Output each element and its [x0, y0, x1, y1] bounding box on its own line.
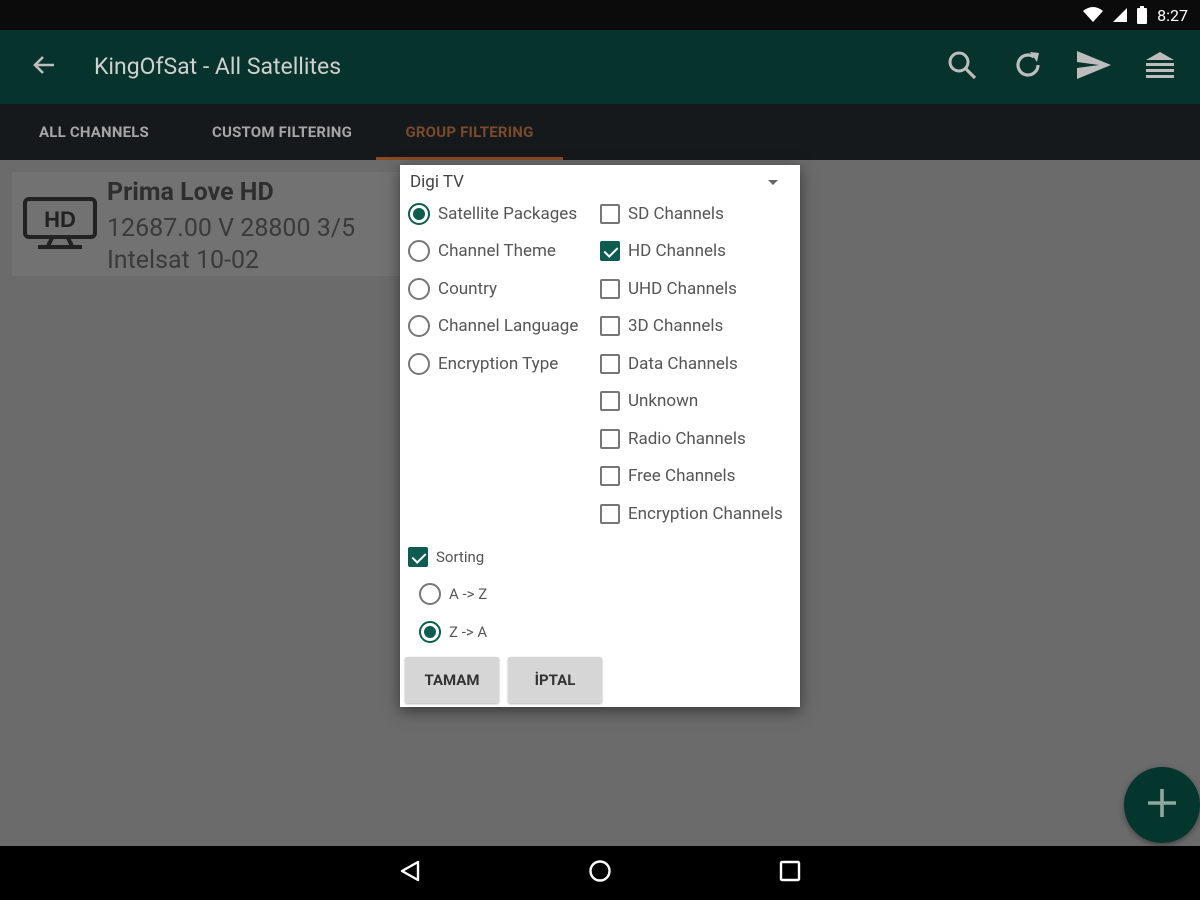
search-button[interactable]: [940, 45, 984, 89]
radio-country[interactable]: Country: [408, 274, 497, 304]
check-data-channels[interactable]: Data Channels: [600, 349, 738, 379]
tab-bar: ALL CHANNELS CUSTOM FILTERING GROUP FILT…: [0, 104, 1200, 160]
svg-text:HD: HD: [44, 207, 76, 232]
ok-button[interactable]: TAMAM: [405, 657, 499, 703]
checkbox: [600, 316, 620, 336]
nav-recents-button[interactable]: [772, 855, 808, 891]
app-title: KingOfSat - All Satellites: [94, 53, 342, 80]
plus-icon: [1146, 787, 1178, 823]
check-sd-channels[interactable]: SD Channels: [600, 199, 724, 229]
tab-custom-filtering[interactable]: CUSTOM FILTERING: [192, 104, 372, 160]
radio-sort-a-z[interactable]: A -> Z: [419, 579, 487, 609]
checkbox: [600, 354, 620, 374]
radio-satellite-packages[interactable]: Satellite Packages: [408, 199, 577, 229]
package-dropdown-value: Digi TV: [410, 172, 464, 192]
check-free-channels[interactable]: Free Channels: [600, 461, 735, 491]
tab-group-filtering[interactable]: GROUP FILTERING: [376, 104, 563, 160]
channel-name: Prima Love HD: [107, 178, 274, 207]
radio-button: [408, 315, 430, 337]
cancel-button[interactable]: İPTAL: [508, 657, 602, 703]
channel-frequency: 12687.00 V 28800 3/5: [107, 214, 356, 243]
radio-button: [408, 203, 430, 225]
refresh-button[interactable]: [1006, 45, 1050, 89]
nav-back-icon: [399, 860, 421, 886]
radio-channel-theme[interactable]: Channel Theme: [408, 236, 556, 266]
add-button[interactable]: [1124, 767, 1200, 843]
radio-button: [419, 583, 441, 605]
navigation-bar: [0, 846, 1200, 900]
check-uhd-channels[interactable]: UHD Channels: [600, 274, 737, 304]
check-sorting[interactable]: Sorting: [408, 542, 484, 572]
status-bar: 8:27: [0, 0, 1200, 30]
checkbox: [600, 466, 620, 486]
nav-back-button[interactable]: [392, 855, 428, 891]
check-hd-channels[interactable]: HD Channels: [600, 236, 726, 266]
checkbox: [408, 547, 428, 567]
checkbox: [600, 204, 620, 224]
menu-icon: [1144, 52, 1176, 82]
nav-recents-icon: [779, 860, 801, 886]
channel-satellite: Intelsat 10-02: [107, 246, 260, 275]
hd-tv-icon: HD: [22, 196, 98, 256]
clock: 8:27: [1157, 5, 1188, 25]
check-radio-channels[interactable]: Radio Channels: [600, 424, 746, 454]
checkbox: [600, 429, 620, 449]
checkbox: [600, 391, 620, 411]
search-icon: [947, 50, 977, 84]
group-filter-dialog: Digi TV Satellite Packages Channel Theme…: [400, 165, 800, 707]
list-item[interactable]: HD Prima Love HD 12687.00 V 28800 3/5 In…: [12, 172, 422, 276]
radio-sort-z-a[interactable]: Z -> A: [419, 617, 487, 647]
check-3d-channels[interactable]: 3D Channels: [600, 311, 723, 341]
check-unknown[interactable]: Unknown: [600, 386, 698, 416]
checkbox: [600, 279, 620, 299]
dropdown-arrow-icon: [768, 180, 778, 185]
app-bar: KingOfSat - All Satellites: [0, 30, 1200, 104]
radio-encryption-type[interactable]: Encryption Type: [408, 349, 558, 379]
send-icon: [1077, 51, 1111, 83]
nav-home-button[interactable]: [582, 855, 618, 891]
check-encryption-channels[interactable]: Encryption Channels: [600, 499, 783, 529]
battery-icon: [1137, 6, 1148, 24]
radio-button: [419, 621, 441, 643]
back-arrow-icon: [33, 55, 55, 79]
back-button[interactable]: [22, 45, 66, 89]
nav-home-icon: [588, 859, 612, 887]
radio-button: [408, 353, 430, 375]
menu-button[interactable]: [1138, 45, 1182, 89]
refresh-icon: [1012, 49, 1044, 85]
signal-icon: [1113, 7, 1128, 23]
checkbox: [600, 241, 620, 261]
radio-button: [408, 240, 430, 262]
tab-all-channels[interactable]: ALL CHANNELS: [18, 104, 170, 160]
package-dropdown[interactable]: Digi TV: [410, 169, 790, 195]
radio-button: [408, 278, 430, 300]
radio-channel-language[interactable]: Channel Language: [408, 311, 578, 341]
wifi-icon: [1083, 7, 1104, 23]
checkbox: [600, 504, 620, 524]
send-button[interactable]: [1072, 45, 1116, 89]
